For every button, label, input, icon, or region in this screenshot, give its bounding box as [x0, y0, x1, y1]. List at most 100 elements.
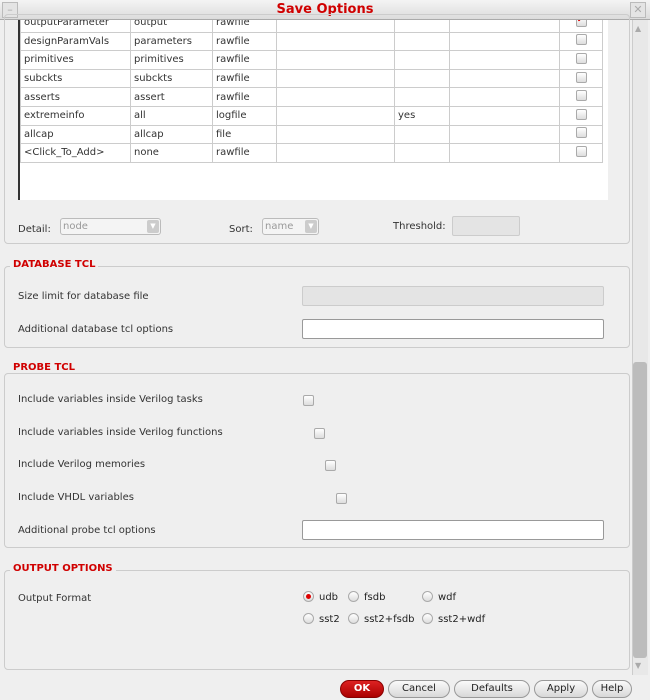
help-button[interactable]: Help — [592, 680, 632, 698]
cell-c4[interactable] — [276, 105, 395, 126]
cell-c5[interactable]: yes — [394, 105, 450, 126]
scroll-up-icon[interactable]: ▲ — [635, 24, 641, 33]
cell-c5[interactable] — [394, 31, 450, 52]
table-row[interactable]: extremeinfo all logfile yes — [20, 105, 603, 126]
cell-type[interactable]: output — [130, 20, 213, 33]
close-button[interactable]: ✕ — [630, 2, 646, 18]
cell-c6[interactable] — [449, 50, 560, 70]
cell-c4[interactable] — [276, 87, 395, 107]
radio-label: sst2+wdf — [438, 613, 486, 625]
apply-button[interactable]: Apply — [534, 680, 588, 698]
cell-type[interactable]: subckts — [130, 68, 213, 89]
row-checkbox[interactable] — [575, 145, 587, 157]
cell-name[interactable]: extremeinfo — [20, 105, 131, 126]
row-checkbox[interactable] — [575, 71, 587, 83]
cell-name[interactable]: subckts — [20, 68, 131, 89]
format-radio-sst2-fsdb[interactable]: sst2+fsdb — [348, 613, 415, 625]
row-checkbox[interactable] — [575, 90, 587, 102]
cell-c6[interactable] — [449, 20, 560, 33]
table-row[interactable]: asserts assert rawfile — [20, 87, 603, 107]
cell-dest[interactable]: file — [212, 124, 277, 145]
table-row[interactable]: subckts subckts rawfile — [20, 68, 603, 89]
cell-type[interactable]: allcap — [130, 124, 213, 145]
cell-dest[interactable]: rawfile — [212, 87, 277, 107]
row-checkbox[interactable] — [575, 52, 587, 64]
table-row[interactable]: primitives primitives rawfile — [20, 50, 603, 70]
cell-c5[interactable] — [394, 68, 450, 89]
ok-button[interactable]: OK — [340, 680, 384, 698]
cell-c5[interactable] — [394, 87, 450, 107]
size-limit-input[interactable] — [302, 286, 604, 306]
table-row[interactable]: designParamVals parameters rawfile — [20, 31, 603, 52]
sort-label: Sort: — [229, 224, 253, 235]
cell-name[interactable]: designParamVals — [20, 31, 131, 52]
cell-dest[interactable]: rawfile — [212, 31, 277, 52]
probe-option-label: Include variables inside Verilog functio… — [18, 426, 223, 438]
cell-c4[interactable] — [276, 143, 395, 163]
cell-dest[interactable]: rawfile — [212, 20, 277, 33]
cell-c6[interactable] — [449, 87, 560, 107]
cell-c6[interactable] — [449, 68, 560, 89]
cell-type[interactable]: primitives — [130, 50, 213, 70]
probe-option-checkbox[interactable] — [325, 460, 336, 472]
sort-combo[interactable]: name ▼ — [262, 218, 319, 235]
radio-label: sst2+fsdb — [364, 613, 415, 625]
chevron-down-icon: ▼ — [147, 220, 159, 233]
cell-c6[interactable] — [449, 31, 560, 52]
row-checkbox[interactable] — [575, 127, 587, 139]
cell-dest[interactable]: logfile — [212, 105, 277, 126]
cancel-button[interactable]: Cancel — [388, 680, 450, 698]
probe-option-label: Include Verilog memories — [18, 459, 146, 471]
defaults-button[interactable]: Defaults — [454, 680, 530, 698]
probe-option-checkbox[interactable] — [336, 493, 347, 505]
cell-c5[interactable] — [394, 143, 450, 163]
cell-c4[interactable] — [276, 20, 395, 33]
cell-type[interactable]: none — [130, 143, 213, 163]
table-row[interactable]: outputParameter output rawfile — [20, 20, 603, 33]
radio-icon — [348, 613, 359, 624]
table-row[interactable]: allcap allcap file — [20, 124, 603, 145]
save-table[interactable]: outputParameteroutputrawfiledesignParamV… — [18, 20, 608, 200]
cell-c4[interactable] — [276, 68, 395, 89]
additional-probe-input[interactable] — [302, 520, 604, 540]
cell-c4[interactable] — [276, 31, 395, 52]
probe-option-checkbox[interactable] — [314, 427, 325, 439]
scroll-down-icon[interactable]: ▼ — [635, 661, 641, 670]
cell-name[interactable]: asserts — [20, 87, 131, 107]
row-checkbox[interactable] — [575, 20, 587, 27]
cell-name[interactable]: allcap — [20, 124, 131, 145]
cell-c5[interactable] — [394, 20, 450, 33]
cell-name[interactable]: outputParameter — [20, 20, 131, 33]
cell-dest[interactable]: rawfile — [212, 50, 277, 70]
cell-c6[interactable] — [449, 124, 560, 145]
row-checkbox[interactable] — [575, 34, 587, 46]
cell-c6[interactable] — [449, 143, 560, 163]
scrollbar-thumb[interactable] — [633, 362, 647, 658]
additional-probe-label: Additional probe tcl options — [18, 525, 156, 536]
format-radio-wdf[interactable]: wdf — [422, 591, 456, 603]
cell-type[interactable]: assert — [130, 87, 213, 107]
probe-option-checkbox[interactable] — [303, 395, 314, 406]
cell-checkbox — [559, 105, 603, 126]
detail-combo[interactable]: node ▼ — [60, 218, 161, 235]
cell-c5[interactable] — [394, 124, 450, 145]
cell-c5[interactable] — [394, 50, 450, 70]
cell-type[interactable]: parameters — [130, 31, 213, 52]
threshold-input[interactable] — [452, 216, 520, 236]
additional-db-input[interactable] — [302, 319, 604, 339]
additional-db-label: Additional database tcl options — [18, 324, 174, 335]
format-radio-fsdb[interactable]: fsdb — [348, 591, 385, 603]
format-radio-udb[interactable]: udb — [303, 591, 338, 603]
format-radio-sst2[interactable]: sst2 — [303, 613, 340, 625]
format-radio-sst2-wdf[interactable]: sst2+wdf — [422, 613, 485, 625]
cell-c4[interactable] — [276, 50, 395, 70]
cell-dest[interactable]: rawfile — [212, 143, 277, 163]
cell-c6[interactable] — [449, 105, 560, 126]
table-row[interactable]: <Click_To_Add> none rawfile — [20, 143, 603, 163]
row-checkbox[interactable] — [575, 108, 587, 120]
cell-c4[interactable] — [276, 124, 395, 145]
cell-name[interactable]: primitives — [20, 50, 131, 70]
cell-type[interactable]: all — [130, 105, 213, 126]
cell-name[interactable]: <Click_To_Add> — [20, 143, 131, 163]
cell-dest[interactable]: rawfile — [212, 68, 277, 89]
